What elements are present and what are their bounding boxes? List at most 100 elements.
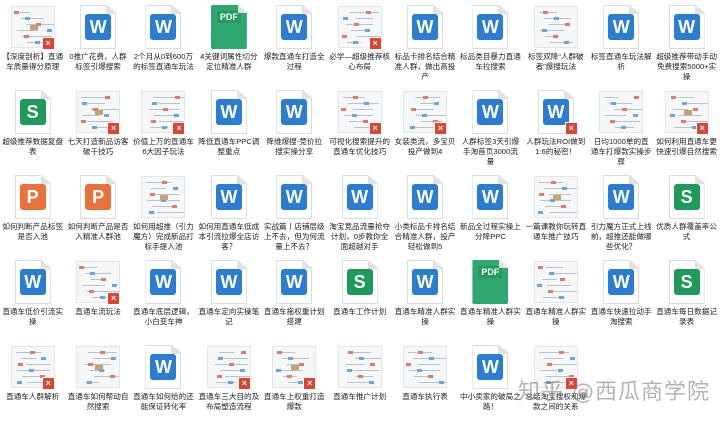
word-file-icon: W [403, 259, 447, 305]
file-item[interactable]: W 中小卖家的破局之路！ [458, 340, 523, 425]
file-item[interactable]: × 【深度剖析】直通车质量得分原理 [0, 0, 65, 85]
error-badge-icon: × [107, 122, 121, 135]
file-item[interactable]: × 可视化搜索提升的直通车优化技巧 [327, 85, 392, 170]
image-file-icon: × [141, 89, 186, 135]
file-name: 直通车人群解析 [6, 392, 60, 401]
file-item[interactable]: PDF 直通车精准人群实操 [458, 255, 523, 340]
file-name: 标品卡排名结合精准人群，做出高投产 [394, 52, 456, 81]
word-file-icon: W [207, 174, 251, 220]
file-name: 如何用直通车低成本引流拉爆全店访客？ [198, 222, 260, 251]
ppt-file-icon: P [11, 174, 55, 220]
file-item[interactable]: × 价值上万的直通车6大因子玩法 [131, 85, 196, 170]
error-badge-icon: × [368, 37, 382, 50]
file-item[interactable]: W 小类标品卡排名结合精准人群，投产轻松做到5 [392, 170, 457, 255]
image-file-icon: × [76, 89, 121, 135]
file-item[interactable]: × 必学—超级推荐核心布局 [327, 0, 392, 85]
error-badge-icon: × [564, 122, 578, 135]
file-item[interactable]: W 标签直通车玩法解析 [589, 0, 654, 85]
file-item[interactable]: W 直通车定向实操笔记 [196, 255, 261, 340]
file-item[interactable]: × 如何利用直通车更快速引爆自然搜索 [654, 85, 719, 170]
file-item[interactable]: 日均1000单的直通车打爆款实操步骤 [589, 85, 654, 170]
file-item[interactable]: PDF 4关键词属性切分定位精准人群 [196, 0, 261, 85]
file-item[interactable]: W 0推广花费，人群标签引爆搜索 [65, 0, 130, 85]
file-item[interactable]: P 如何判断产品标签是否入池 [0, 170, 65, 255]
file-name: 标签直通车玩法解析 [590, 52, 652, 71]
file-item[interactable]: × 七天打造新品访客破千技巧 [65, 85, 130, 170]
error-badge-icon: × [695, 122, 709, 135]
image-file-icon: × [664, 89, 709, 135]
file-item[interactable]: W 爆款直通车打造全过程 [262, 0, 327, 85]
word-file-icon: W [207, 259, 251, 305]
image-file-icon [533, 4, 578, 50]
file-item[interactable]: P 如何判断产品是否入精准人群池 [65, 170, 130, 255]
xls-file-icon: S [665, 174, 709, 220]
file-item[interactable]: 如何用超推（引力魔方）完成新品打标手提入池 [131, 170, 196, 255]
error-badge-icon: × [172, 122, 186, 135]
file-item[interactable]: 一篇课教你玩转直通车推广技巧 [523, 170, 588, 255]
image-file-icon: × [337, 4, 382, 50]
file-item[interactable]: S 直通车工作计划 [327, 255, 392, 340]
pdf-file-icon: PDF [207, 4, 251, 50]
file-item[interactable]: W 降维爆搜-竞价拉搜实操分享 [262, 85, 327, 170]
file-item[interactable]: S 超级推荐数据复盘表 [0, 85, 65, 170]
file-name: 七天打造新品访客破千技巧 [67, 137, 129, 156]
file-name: 爆款直通车打造全过程 [263, 52, 325, 71]
image-file-icon [141, 174, 186, 220]
word-file-icon: W [141, 4, 185, 50]
file-item[interactable]: 标签双降“人群破者”爆搜玩法 [523, 0, 588, 85]
file-item[interactable]: W 直通车低价引流实操 [0, 255, 65, 340]
word-file-icon: W [599, 4, 643, 50]
file-item[interactable]: W 降低直通车PPC调整重点 [196, 85, 261, 170]
file-item[interactable]: 直通车如何帮动自然搜索 [65, 340, 130, 425]
image-file-icon [599, 89, 644, 135]
error-badge-icon: × [41, 37, 55, 50]
file-item[interactable]: W 直通车如何给的还能保证转化率 [131, 340, 196, 425]
file-item[interactable]: × 直通车流玩法 [65, 255, 130, 340]
file-name: 如何判断产品标签是否入池 [2, 222, 64, 241]
file-item[interactable]: W × 人群玩法ROI做到1:6的秘密！ [523, 85, 588, 170]
file-item[interactable]: S 优质人群覆盖率公式 [654, 170, 719, 255]
file-item[interactable]: W 实战篇丨店铺层级上不去，但为何流量上不去？ [262, 170, 327, 255]
word-file-icon: W [468, 89, 512, 135]
file-name: 直通车每日数据记录表 [656, 307, 717, 326]
file-item[interactable]: 直通车执行表 [392, 340, 457, 425]
file-item[interactable]: W 人群标签3天引爆手淘首页3000流量 [458, 85, 523, 170]
word-file-icon: W [665, 4, 709, 50]
file-name: 可视化搜索提升的直通车优化技巧 [329, 137, 391, 156]
file-item[interactable]: × 直通车上权重打造爆款 [262, 340, 327, 425]
file-item[interactable]: W 如何用直通车低成本引流拉爆全店访客？ [196, 170, 261, 255]
image-file-icon: × [10, 4, 55, 50]
word-file-icon: W [403, 4, 447, 50]
pdf-file-icon: PDF [468, 259, 512, 305]
file-item[interactable]: 直通车精准人群实操 [523, 255, 588, 340]
file-item[interactable]: W 直通车精准人群实操 [392, 255, 457, 340]
xls-file-icon: S [665, 259, 709, 305]
file-item[interactable]: W 标品类目暴力直通车拉搜索 [458, 0, 523, 85]
file-item[interactable]: × 直通车三大目的及布局塑造流程 [196, 340, 261, 425]
file-name: 直通车流玩法 [75, 307, 121, 316]
file-name: 直通车推广计划 [333, 392, 387, 401]
file-name: 如何利用直通车更快速引爆自然搜索 [656, 137, 717, 156]
file-item[interactable]: W 直通车拖权重计划搭建 [262, 255, 327, 340]
file-name: 直通车底层逻辑，小白变车神 [133, 307, 194, 326]
file-item[interactable]: × 女装类流，多宝贝投产做到4 [392, 85, 457, 170]
word-file-icon: W [338, 174, 382, 220]
image-file-icon [76, 344, 121, 390]
file-item[interactable]: 直通车推广计划 [327, 340, 392, 425]
error-badge-icon: × [368, 122, 382, 135]
file-item[interactable]: W 新品全过程实操上分降PPC [458, 170, 523, 255]
file-item[interactable]: W 引力魔方正式上线前，超推还能做哪些优化？ [589, 170, 654, 255]
file-item[interactable]: W 标品卡排名结合精准人群，做出高投产 [392, 0, 457, 85]
file-name: 实战篇丨店铺层级上不去，但为何流量上不去？ [263, 222, 325, 251]
ppt-file-icon: P [76, 174, 120, 220]
file-item[interactable]: W 直通车底层逻辑，小白变车神 [131, 255, 196, 340]
file-item[interactable]: × 总结淘宝搜权和爆款之间的关系 [523, 340, 588, 425]
file-item[interactable]: W 直通车快速拉动手淘搜索 [589, 255, 654, 340]
file-item[interactable]: W 超级推荐带动手动免费搜索5000+实操 [654, 0, 719, 85]
word-file-icon: W [207, 89, 251, 135]
file-item[interactable]: W 2个月从0到600万的标签直通车玩法 [131, 0, 196, 85]
file-item[interactable]: W 淘宝竞品流量抢夺计划，0步教你全面超越对手 [327, 170, 392, 255]
image-file-icon [337, 344, 382, 390]
file-item[interactable]: S 直通车每日数据记录表 [654, 255, 719, 340]
file-item[interactable]: × 直通车人群解析 [0, 340, 65, 425]
